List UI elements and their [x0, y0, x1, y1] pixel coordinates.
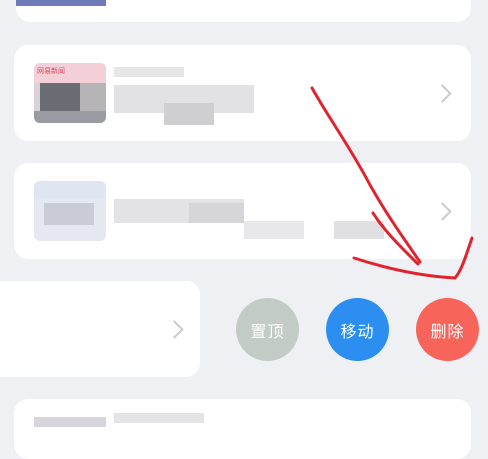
annotation-arrow: [310, 86, 474, 280]
